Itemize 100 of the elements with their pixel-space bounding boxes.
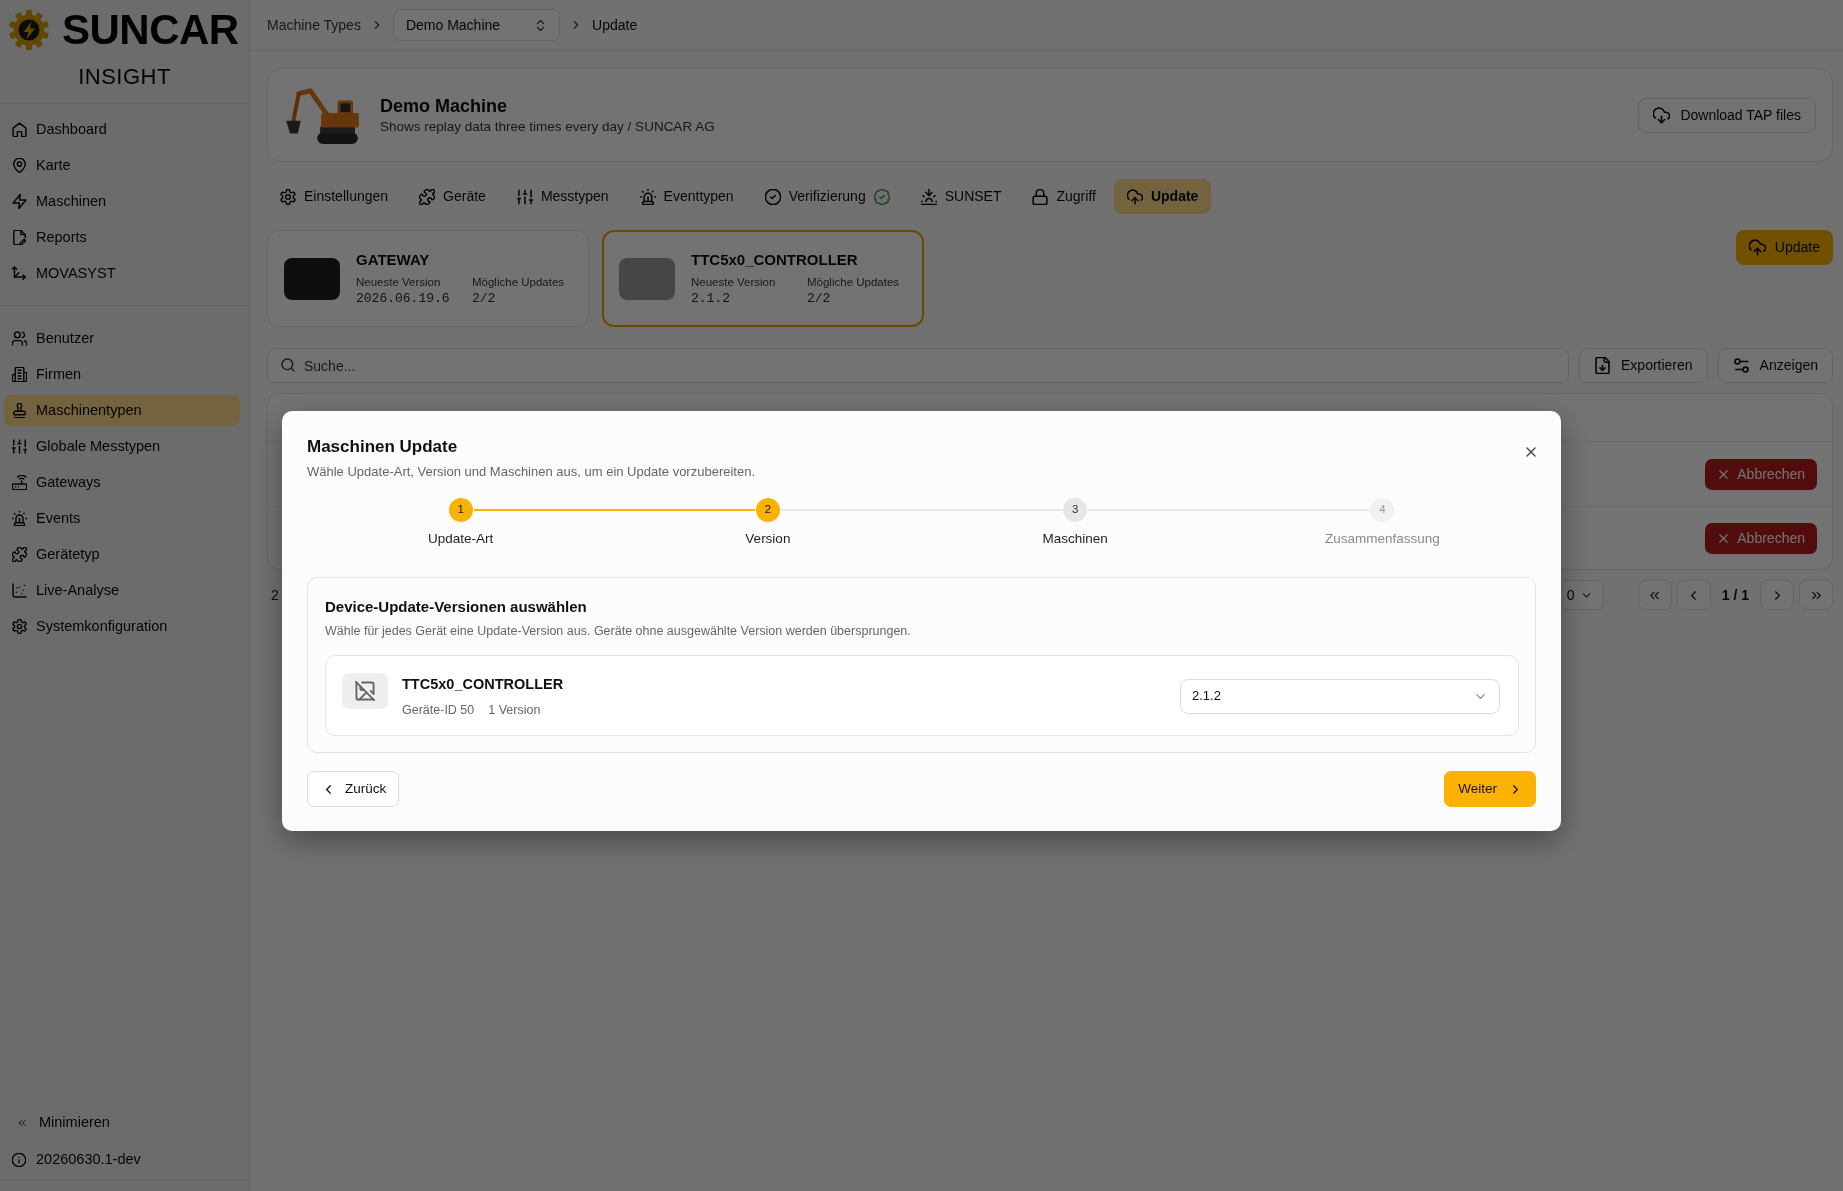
siren-icon — [12, 511, 27, 526]
close-icon — [1717, 532, 1731, 545]
sliders-icon — [12, 439, 27, 454]
page-indicator: 1 / 1 — [1720, 585, 1750, 605]
sidebar-item[interactable]: Live-Analyse — [4, 575, 240, 606]
modal-subtitle: Wähle Update-Art, Version und Maschinen aus, um ein Update vorzubereiten. — [307, 463, 756, 481]
machine-description: Shows replay data three times every day / SUNCAR AG — [380, 117, 715, 136]
step-indicator: 4 — [1370, 498, 1395, 522]
sidebar-item[interactable]: Maschinen — [4, 186, 240, 217]
sidebar-item[interactable]: Benutzer — [4, 323, 240, 354]
step-label: Update-Art — [428, 530, 494, 548]
home-icon — [12, 122, 27, 137]
tab[interactable]: Eventtypen — [626, 179, 747, 214]
device-id-text: Geräte-ID 50 — [402, 702, 475, 719]
search-icon — [281, 358, 295, 372]
double-chevron-left-icon — [17, 1117, 27, 1128]
toggles-icon — [1732, 357, 1750, 374]
field-label: Neueste Version — [356, 274, 441, 290]
product-name: INSIGHT — [78, 64, 171, 90]
sidebar-item[interactable]: Reports — [4, 222, 240, 253]
stamp-icon — [12, 403, 27, 418]
tab[interactable]: Verifizierung — [751, 179, 903, 214]
sidebar-item[interactable]: Gerätetyp — [4, 539, 240, 570]
step-indicator: 3 — [1063, 498, 1088, 522]
tab[interactable]: Messtypen — [503, 179, 622, 214]
next-button[interactable]: Weiter — [1444, 771, 1536, 807]
update-count: 2/2 — [807, 289, 831, 308]
tab[interactable]: Update — [1113, 179, 1212, 214]
update-button[interactable]: Update — [1735, 230, 1833, 265]
sidebar-item[interactable]: Systemkonfiguration — [4, 611, 240, 642]
search-field[interactable]: Suche... — [267, 348, 1569, 383]
close-icon — [1524, 445, 1538, 459]
cloud-upload-icon — [1126, 188, 1143, 205]
device-card[interactable]: TTC5x0_CONTROLLER Neueste Version 2.1.2 Mögliche Updates 2/2 — [602, 230, 924, 327]
sidebar-item[interactable]: Events — [4, 503, 240, 534]
field-label: Mögliche Updates — [807, 274, 900, 290]
machine-select[interactable]: Demo Machine — [392, 9, 561, 41]
breadcrumb-current: Update — [592, 15, 638, 35]
step-label: Version — [745, 530, 791, 548]
photo-placeholder — [619, 257, 675, 300]
version-select[interactable]: 2.1.2 — [1180, 678, 1500, 714]
tab[interactable]: SUNSET — [907, 179, 1015, 214]
step-indicator: 2 — [755, 498, 780, 522]
step-label: Zusammenfassung — [1324, 530, 1440, 548]
sidebar-item[interactable]: Firmen — [4, 359, 240, 390]
download-button[interactable]: Download TAP files — [1638, 97, 1816, 133]
lock-icon — [1032, 188, 1049, 205]
sliders-icon — [516, 188, 533, 205]
axes-arrows-icon — [12, 266, 27, 281]
section-description: Wähle für jedes Gerät eine Update-Version aus. Geräte ohne ausgewählte Version werden übersprungen. — [325, 623, 911, 640]
step-label: Maschinen — [1042, 530, 1108, 548]
tab[interactable]: Zugriff — [1019, 179, 1109, 214]
device-name: GATEWAY — [356, 249, 430, 270]
brand-wordmark: SUNCAR — [62, 9, 239, 51]
lightning-icon — [12, 194, 27, 209]
sidebar-item[interactable]: Gateways — [4, 467, 240, 498]
collapse-sidebar-button[interactable]: Minimieren — [4, 1107, 110, 1138]
scatter-chart-icon — [12, 583, 27, 598]
breadcrumb-link[interactable]: Machine Types — [267, 14, 361, 36]
cloud-upload-icon — [1748, 239, 1766, 256]
siren-icon — [639, 188, 656, 205]
building-icon — [12, 367, 27, 382]
sunset-icon — [920, 188, 937, 205]
first-page-button[interactable] — [1637, 580, 1672, 610]
sidebar-item[interactable]: Karte — [4, 150, 240, 181]
puzzle-icon — [12, 547, 27, 562]
version-text: 20260630.1-dev — [36, 1149, 141, 1169]
step-indicator: 1 — [448, 498, 473, 522]
document-pen-icon — [12, 230, 27, 245]
sidebar-item[interactable]: Globale Messtypen — [4, 431, 240, 462]
version-count-text: 1 Version — [488, 702, 541, 719]
image-off-icon — [342, 673, 388, 709]
tab[interactable]: Geräte — [406, 179, 499, 214]
cancel-button[interactable]: Abbrechen — [1705, 523, 1817, 554]
settings-icon — [280, 188, 296, 205]
cancel-button[interactable]: Abbrechen — [1705, 458, 1817, 490]
tab[interactable]: Einstellungen — [267, 179, 402, 214]
back-button[interactable]: Zurück — [307, 771, 400, 807]
export-button[interactable]: Exportieren — [1579, 348, 1708, 383]
pagination-text: 2 — [271, 585, 279, 605]
sidebar-item[interactable]: Maschinentypen — [4, 395, 240, 426]
sidebar-item[interactable]: MOVASYST — [4, 258, 240, 289]
view-options-button[interactable]: Anzeigen — [1717, 348, 1833, 383]
device-card[interactable]: GATEWAY Neueste Version 2026.06.19.6 Mögliche Updates 2/2 — [267, 230, 589, 327]
modal-title: Maschinen Update — [307, 436, 458, 458]
sidebar-item[interactable]: Dashboard — [4, 114, 240, 145]
last-page-button[interactable] — [1799, 580, 1833, 610]
update-count: 2/2 — [472, 289, 496, 308]
machine-title: Demo Machine — [380, 94, 508, 118]
page-size-select[interactable]: 0 — [1563, 580, 1604, 610]
info-icon — [12, 1152, 26, 1167]
field-label: Mögliche Updates — [472, 274, 565, 290]
previous-page-button[interactable] — [1676, 580, 1711, 610]
puzzle-icon — [419, 188, 436, 205]
version-value: 2.1.2 — [691, 289, 730, 308]
field-label: Neueste Version — [691, 274, 776, 290]
next-page-button[interactable] — [1760, 580, 1794, 610]
file-download-icon — [1594, 357, 1611, 374]
users-icon — [12, 331, 27, 346]
cloud-download-icon — [1653, 106, 1671, 124]
